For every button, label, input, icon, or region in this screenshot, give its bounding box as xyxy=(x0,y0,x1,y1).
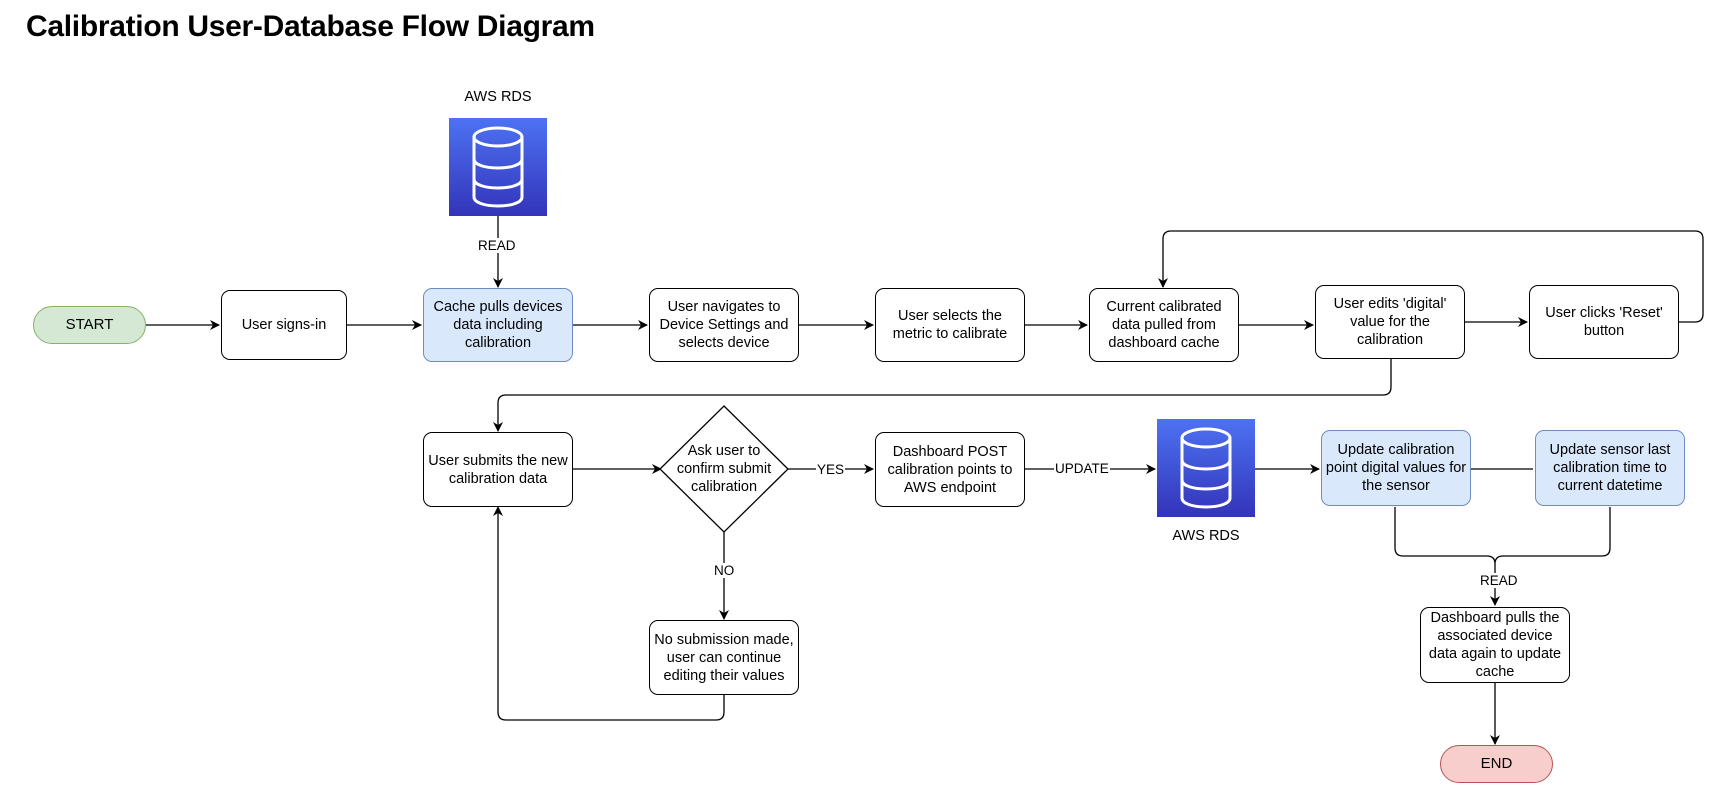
post-node[interactable]: Dashboard POST calibration points to AWS… xyxy=(875,432,1025,507)
database-icon xyxy=(472,126,524,208)
edge-label-read-bottom: READ xyxy=(1479,573,1519,588)
submit-node[interactable]: User submits the new calibration data xyxy=(423,432,573,507)
update-time-node[interactable]: Update sensor last calibration time to c… xyxy=(1535,430,1685,506)
rds-bottom[interactable] xyxy=(1157,419,1255,517)
edit-digital-node[interactable]: User edits 'digital' value for the calib… xyxy=(1315,285,1465,359)
edge-label-no: NO xyxy=(713,563,736,578)
edge-label-update: UPDATE xyxy=(1054,461,1110,476)
connectors xyxy=(146,216,1704,745)
database-icon xyxy=(1180,427,1232,509)
start-node[interactable]: START xyxy=(33,306,146,344)
dashboard-pull-node[interactable]: Dashboard pulls the associated device da… xyxy=(1420,607,1570,683)
confirm-decision-node[interactable]: Ask user to confirm submit calibration xyxy=(672,440,776,498)
navigate-node[interactable]: User navigates to Device Settings and se… xyxy=(649,288,799,362)
current-data-node[interactable]: Current calibrated data pulled from dash… xyxy=(1089,288,1239,362)
end-node[interactable]: END xyxy=(1440,745,1553,783)
edge-edit-submit xyxy=(493,359,1392,432)
edge-label-yes: YES xyxy=(816,462,846,477)
reset-node[interactable]: User clicks 'Reset' button xyxy=(1529,285,1679,359)
rds-top-label: AWS RDS xyxy=(464,89,532,105)
rds-top[interactable] xyxy=(449,118,547,216)
sign-in-node[interactable]: User signs-in xyxy=(221,290,347,360)
edge-merge-brace xyxy=(1394,507,1611,565)
no-submission-node[interactable]: No submission made, user can continue ed… xyxy=(649,620,799,695)
select-metric-node[interactable]: User selects the metric to calibrate xyxy=(875,288,1025,362)
cache-pull-node[interactable]: Cache pulls devices data including calib… xyxy=(423,288,573,362)
rds-bottom-label: AWS RDS xyxy=(1172,528,1240,544)
update-points-node[interactable]: Update calibration point digital values … xyxy=(1321,430,1471,506)
edge-label-read-top: READ xyxy=(477,238,517,253)
